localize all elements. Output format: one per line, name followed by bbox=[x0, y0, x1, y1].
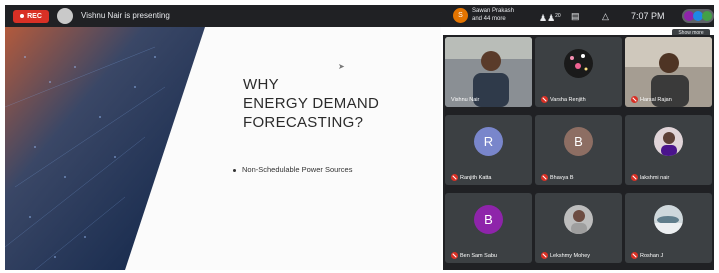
mic-off-icon bbox=[631, 96, 638, 103]
presenter-status: Vishnu Nair is presenting bbox=[81, 11, 170, 20]
mic-off-icon bbox=[541, 174, 548, 181]
participant-tile[interactable]: B Bhavya B bbox=[535, 115, 622, 185]
mic-off-icon bbox=[541, 96, 548, 103]
slide-title-line: FORECASTING? bbox=[243, 114, 364, 131]
participant-name-row: Ranjith Katta bbox=[451, 174, 492, 181]
participant-name: Ranjith Katta bbox=[460, 174, 492, 181]
participant-grid: Vishnu Nair Varsha Renjith Harsal Rajan … bbox=[443, 35, 714, 270]
participant-name-row: Ben Sam Sabu bbox=[451, 252, 497, 259]
participant-photo bbox=[654, 205, 683, 234]
activities-button[interactable]: △ bbox=[602, 10, 609, 22]
mic-off-icon bbox=[631, 252, 638, 259]
slide-title-line: WHY bbox=[243, 76, 279, 93]
participant-tile[interactable]: Harsal Rajan bbox=[625, 37, 712, 107]
meeting-clock: 7:07 PM bbox=[631, 11, 665, 21]
participants-count: 20 bbox=[555, 13, 561, 19]
meeting-top-bar: REC Vishnu Nair is presenting S Sawan Pr… bbox=[5, 5, 714, 27]
participant-avatar: B bbox=[474, 205, 503, 234]
mini-avatar bbox=[702, 11, 712, 21]
activities-icon: △ bbox=[602, 11, 609, 21]
recording-label: REC bbox=[27, 13, 42, 20]
participant-name: Roshan J bbox=[640, 252, 664, 259]
slide-title: WHY ENERGY DEMAND FORECASTING? bbox=[243, 75, 379, 132]
slide-title-line: ENERGY DEMAND bbox=[243, 95, 380, 112]
join-notification[interactable]: Sawan Prakash and 44 more bbox=[472, 7, 514, 23]
participant-name-row: Bhavya B bbox=[541, 174, 574, 181]
participant-name-row: Lekshmy Mohey bbox=[541, 252, 590, 259]
participant-name: Harsal Rajan bbox=[640, 96, 672, 103]
participant-tile[interactable]: lakshmi nair bbox=[625, 115, 712, 185]
participant-tile[interactable]: B Ben Sam Sabu bbox=[445, 193, 532, 263]
participant-photo bbox=[564, 205, 593, 234]
mic-off-icon bbox=[631, 174, 638, 181]
people-icon: ♟♟ bbox=[539, 13, 556, 23]
participant-tile[interactable]: R Ranjith Katta bbox=[445, 115, 532, 185]
participant-tile[interactable]: Lekshmy Mohey bbox=[535, 193, 622, 263]
presenter-avatar bbox=[57, 8, 73, 24]
participant-name: Ben Sam Sabu bbox=[460, 252, 497, 259]
participant-name-row: Roshan J bbox=[631, 252, 663, 259]
mouse-cursor-icon: ➤ bbox=[338, 62, 345, 71]
mic-off-icon bbox=[541, 252, 548, 259]
participant-photo bbox=[654, 127, 683, 156]
participant-name-row: lakshmi nair bbox=[631, 174, 669, 181]
notification-line-2: and 44 more bbox=[472, 16, 506, 22]
participant-tile[interactable]: Vishnu Nair bbox=[445, 37, 532, 107]
participant-name: Bhavya B bbox=[550, 174, 574, 181]
chat-icon: ▤ bbox=[571, 11, 580, 21]
participant-avatar: R bbox=[474, 127, 503, 156]
participants-button[interactable]: ♟♟20 bbox=[539, 10, 561, 23]
participant-name: Vishnu Nair bbox=[451, 97, 480, 103]
mic-off-icon bbox=[451, 174, 458, 181]
mic-off-icon bbox=[451, 252, 458, 259]
bullet-icon bbox=[233, 168, 236, 172]
participant-name: Varsha Renjith bbox=[550, 96, 586, 103]
participant-tile[interactable]: Roshan J bbox=[625, 193, 712, 263]
participant-tile[interactable]: Varsha Renjith bbox=[535, 37, 622, 107]
participant-name: Lekshmy Mohey bbox=[550, 252, 591, 259]
recording-badge: REC bbox=[13, 10, 49, 23]
slide-bullet: Non-Schedulable Power Sources bbox=[233, 165, 352, 174]
participant-name: lakshmi nair bbox=[640, 174, 670, 181]
participant-name-row: Harsal Rajan bbox=[631, 96, 672, 103]
presentation-slide: WHY ENERGY DEMAND FORECASTING? Non-Sched… bbox=[5, 27, 441, 270]
participant-avatar: B bbox=[564, 127, 593, 156]
chat-button[interactable]: ▤ bbox=[571, 10, 580, 22]
participant-photo bbox=[564, 49, 593, 78]
notification-line-1: Sawan Prakash bbox=[472, 8, 515, 14]
participant-name-row: Varsha Renjith bbox=[541, 96, 586, 103]
slide-background-art bbox=[5, 27, 205, 270]
notification-avatar: S bbox=[453, 8, 468, 23]
slide-bullet-text: Non-Schedulable Power Sources bbox=[242, 165, 353, 174]
record-dot-icon bbox=[20, 14, 25, 19]
self-view-avatars[interactable] bbox=[682, 9, 714, 23]
